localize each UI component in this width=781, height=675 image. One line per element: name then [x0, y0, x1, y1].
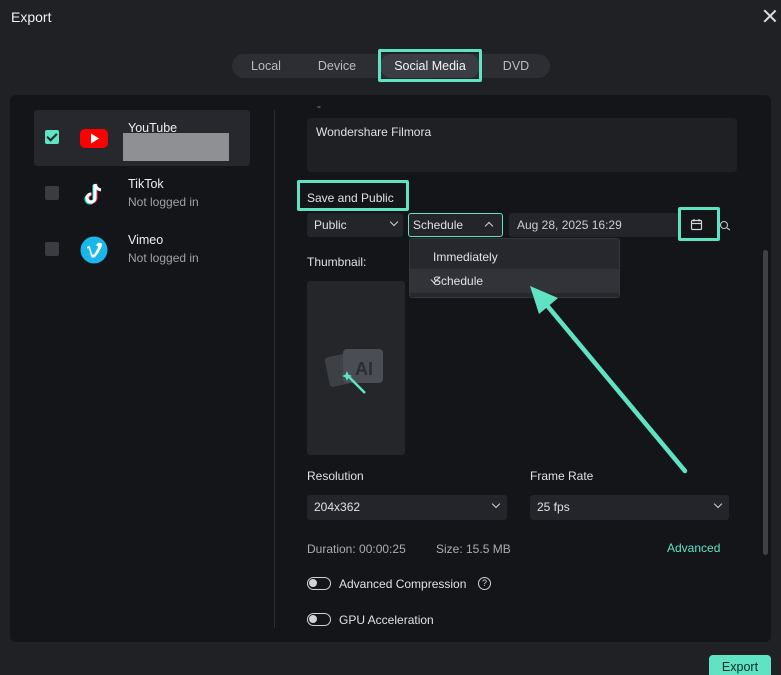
option-immediately[interactable]: Immediately — [410, 245, 619, 269]
tab-local[interactable]: Local — [232, 54, 300, 78]
calendar-icon[interactable] — [690, 218, 703, 231]
schedule-datetime-field[interactable]: Aug 28, 2025 16:29 — [509, 213, 679, 237]
thumbnail-label: Thumbnail: — [307, 255, 367, 269]
frame-rate-select[interactable]: 25 fps — [530, 495, 729, 520]
thumbnail-preview[interactable]: AI — [307, 281, 405, 455]
youtube-checkbox[interactable] — [45, 130, 59, 144]
advanced-compression-toggle[interactable] — [307, 577, 331, 590]
scrollbar[interactable] — [763, 250, 768, 555]
account-name-redacted — [123, 133, 229, 161]
platform-youtube[interactable]: YouTube — [34, 110, 250, 166]
frame-rate-value: 25 fps — [537, 500, 570, 514]
description-prefix: - — [317, 99, 321, 113]
resolution-select[interactable]: 204x362 — [307, 495, 507, 520]
vimeo-icon — [80, 236, 108, 264]
vimeo-checkbox[interactable] — [45, 242, 59, 256]
chevron-down-icon — [491, 499, 501, 509]
platform-tiktok[interactable]: TikTok Not logged in — [34, 166, 250, 222]
panel-divider — [274, 110, 275, 628]
resolution-label: Resolution — [307, 469, 364, 483]
ai-image-icon: AI — [325, 349, 383, 394]
chevron-down-icon — [713, 499, 723, 509]
platform-vimeo[interactable]: Vimeo Not logged in — [34, 222, 250, 278]
youtube-icon — [80, 129, 108, 148]
description-text: Wondershare Filmora — [316, 125, 432, 139]
option-schedule[interactable]: Schedule — [410, 269, 619, 293]
login-status: Not logged in — [128, 195, 199, 209]
privacy-select[interactable]: Public — [307, 213, 403, 237]
close-icon[interactable] — [762, 8, 778, 24]
chevron-down-icon — [389, 217, 399, 227]
file-size-text: Size: 15.5 MB — [436, 542, 511, 556]
schedule-datetime-value: Aug 28, 2025 16:29 — [517, 218, 622, 232]
publish-mode-select[interactable]: Schedule — [408, 213, 503, 237]
privacy-value: Public — [314, 218, 347, 232]
chevron-up-icon — [484, 221, 494, 231]
window-title: Export — [11, 9, 52, 25]
help-icon[interactable]: ? — [478, 577, 491, 590]
gpu-acceleration-toggle[interactable] — [307, 613, 331, 626]
tiktok-icon — [84, 183, 102, 205]
tab-dvd[interactable]: DVD — [482, 54, 550, 78]
publish-mode-dropdown: Immediately Schedule — [409, 238, 620, 298]
option-label: Immediately — [433, 250, 498, 264]
platform-name: TikTok — [128, 177, 164, 191]
publish-mode-value: Schedule — [413, 218, 464, 232]
gpu-acceleration-label: GPU Acceleration — [339, 613, 434, 627]
option-label: Schedule — [433, 274, 484, 288]
resolution-value: 204x362 — [314, 500, 361, 514]
login-status: Not logged in — [128, 251, 199, 265]
save-and-public-label: Save and Public — [307, 191, 394, 205]
duration-text: Duration: 00:00:25 — [307, 542, 406, 556]
tiktok-checkbox[interactable] — [45, 186, 59, 200]
export-button[interactable]: Export — [709, 655, 771, 675]
tab-device[interactable]: Device — [302, 54, 372, 78]
advanced-compression-label: Advanced Compression — [339, 577, 467, 591]
tab-social-media[interactable]: Social Media — [380, 54, 480, 78]
title-bar: Export — [0, 0, 781, 36]
svg-text:AI: AI — [355, 359, 373, 379]
advanced-link[interactable]: Advanced — [667, 541, 720, 555]
export-tabs: Local Device Social Media DVD — [232, 54, 550, 78]
platform-name: Vimeo — [128, 233, 164, 247]
frame-rate-label: Frame Rate — [530, 469, 594, 483]
description-field[interactable]: Wondershare Filmora — [307, 118, 737, 172]
timezone-icon[interactable] — [719, 219, 731, 231]
